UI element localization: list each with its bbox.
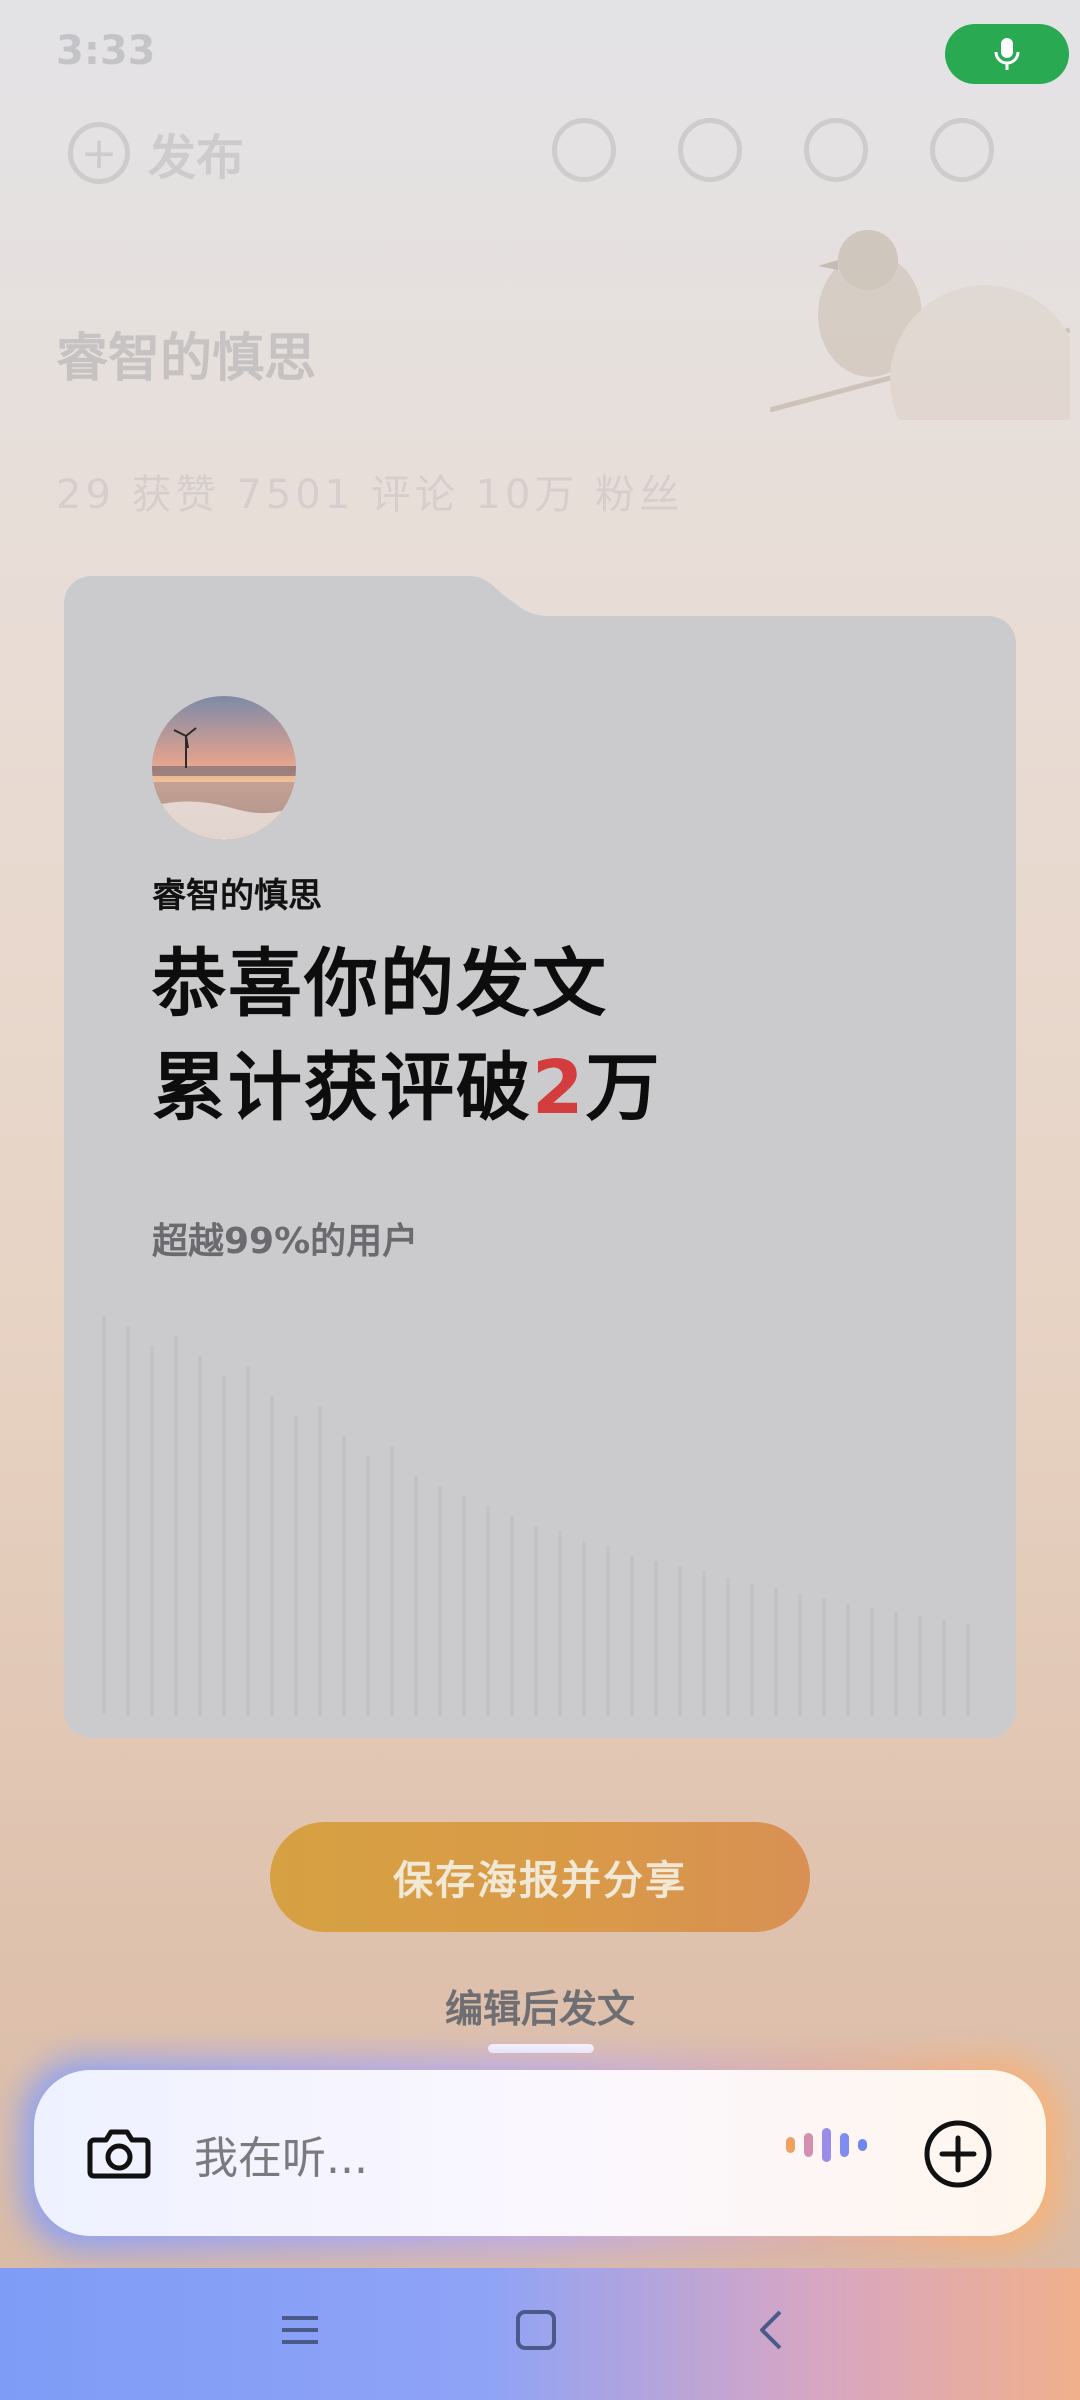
microphone-indicator (945, 24, 1069, 84)
back-chevron-icon[interactable] (750, 2308, 794, 2352)
plus-circle-icon[interactable] (922, 2118, 994, 2190)
headline-line-2-prefix: 累计获评破 (152, 1045, 532, 1131)
headline-line-2-suffix: 万 (585, 1045, 662, 1131)
home-square-icon[interactable] (514, 2308, 558, 2352)
add-friend-icon (552, 118, 616, 182)
background-profile-stats: 29 获赞 7501 评论 10万 粉丝 (56, 472, 684, 518)
avatar (152, 696, 296, 840)
edit-then-post-button[interactable]: 编辑后发文 (0, 1978, 1080, 2033)
headline-line-2: 累计获评破2万 (152, 1036, 662, 1140)
publish-label: 发布 (148, 130, 245, 186)
poster-username: 睿智的慎思 (152, 876, 322, 916)
sheet-handle[interactable] (488, 2044, 594, 2053)
poster-decoration-pattern (102, 1316, 970, 1716)
profile-toolbar (552, 118, 994, 182)
status-time: 3:33 (56, 28, 156, 74)
menu-icon[interactable] (278, 2308, 322, 2352)
publish-button: + 发布 (68, 118, 244, 188)
camera-icon[interactable] (84, 2118, 154, 2188)
system-nav-bar (0, 2268, 1080, 2400)
share-icon (804, 118, 868, 182)
bird-decoration-image (770, 230, 1070, 420)
background-profile-name: 睿智的慎思 (56, 329, 317, 389)
achievement-poster-card: 睿智的慎思 恭喜你的发文 累计获评破2万 超越99%的用户 (64, 576, 1016, 1738)
history-icon (678, 118, 742, 182)
headline-number: 2 (532, 1045, 586, 1131)
headline-line-1: 恭喜你的发文 (152, 941, 608, 1027)
assistant-placeholder[interactable]: 我在听... (194, 2122, 368, 2186)
voice-wave-icon (786, 2128, 867, 2162)
microphone-icon (994, 38, 1020, 70)
plus-circle-icon: + (68, 122, 130, 184)
assistant-input-bar[interactable]: 我在听... (34, 2070, 1046, 2236)
settings-icon (930, 118, 994, 182)
poster-subtitle: 超越99%的用户 (152, 1221, 419, 1262)
poster-headline: 恭喜你的发文 累计获评破2万 (152, 932, 662, 1140)
save-poster-share-button[interactable]: 保存海报并分享 (270, 1822, 810, 1932)
